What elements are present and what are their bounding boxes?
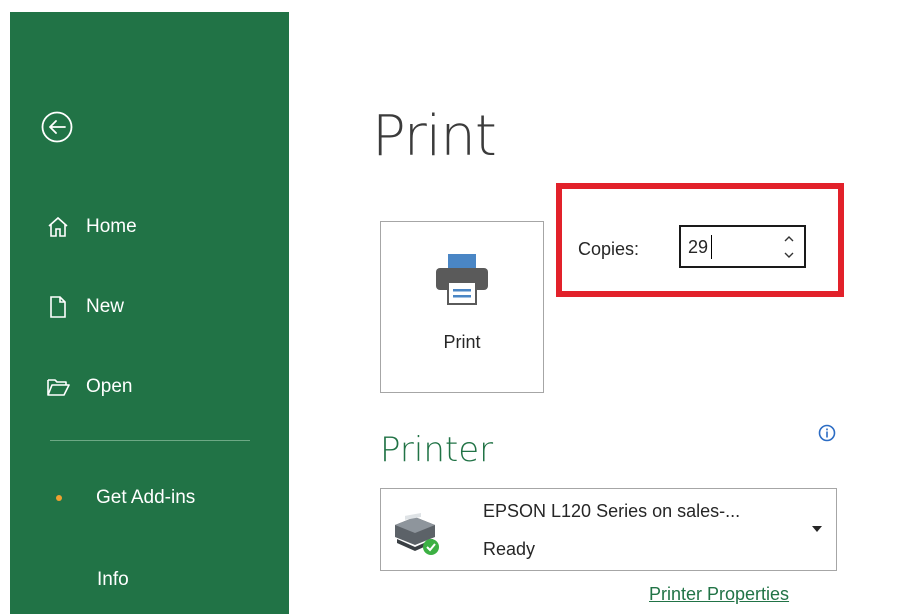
sidebar-item-open[interactable]: Open [46,369,132,405]
copies-stepper[interactable] [679,225,806,268]
info-icon[interactable] [818,424,836,442]
new-document-icon [46,295,70,319]
print-button[interactable]: Print [380,221,544,393]
copies-label: Copies: [578,239,640,259]
notification-dot-icon [56,495,62,501]
sidebar-item-label: Open [86,376,133,397]
sidebar-item-label: Home [86,216,137,237]
spin-down-button[interactable] [782,249,796,261]
printer-properties-link[interactable]: Printer Properties [649,584,789,605]
backstage-sidebar: Home New Open Get Add-ins Info [10,12,289,614]
sidebar-item-new[interactable]: New [46,289,124,325]
back-arrow-circle-icon [41,111,73,143]
sidebar-item-home[interactable]: Home [46,209,137,245]
open-folder-icon [46,375,70,399]
printer-device-icon [395,513,439,555]
spin-up-button[interactable] [782,232,796,244]
printer-icon [436,254,488,305]
print-button-label: Print [443,332,481,352]
sidebar-item-get-add-ins[interactable]: Get Add-ins [56,480,195,516]
back-button[interactable] [40,110,74,144]
copies-input[interactable] [688,237,768,258]
printer-dropdown[interactable]: EPSON L120 Series on sales-... Ready [380,488,837,571]
chevron-up-icon [784,235,794,241]
text-caret [711,235,712,259]
sidebar-item-info[interactable]: Info [97,562,129,598]
sidebar-item-label: Get Add-ins [96,487,196,508]
printer-section-heading: Printer [380,430,494,470]
sidebar-divider [50,440,250,441]
dropdown-arrow-icon [812,526,822,532]
printer-status: Ready [483,539,536,559]
page-title: Print [372,104,497,169]
chevron-down-icon [784,252,794,258]
selected-printer-name: EPSON L120 Series on sales-... [483,501,741,521]
sidebar-item-label: Info [97,569,129,590]
home-icon [46,215,70,239]
sidebar-item-label: New [86,296,125,317]
